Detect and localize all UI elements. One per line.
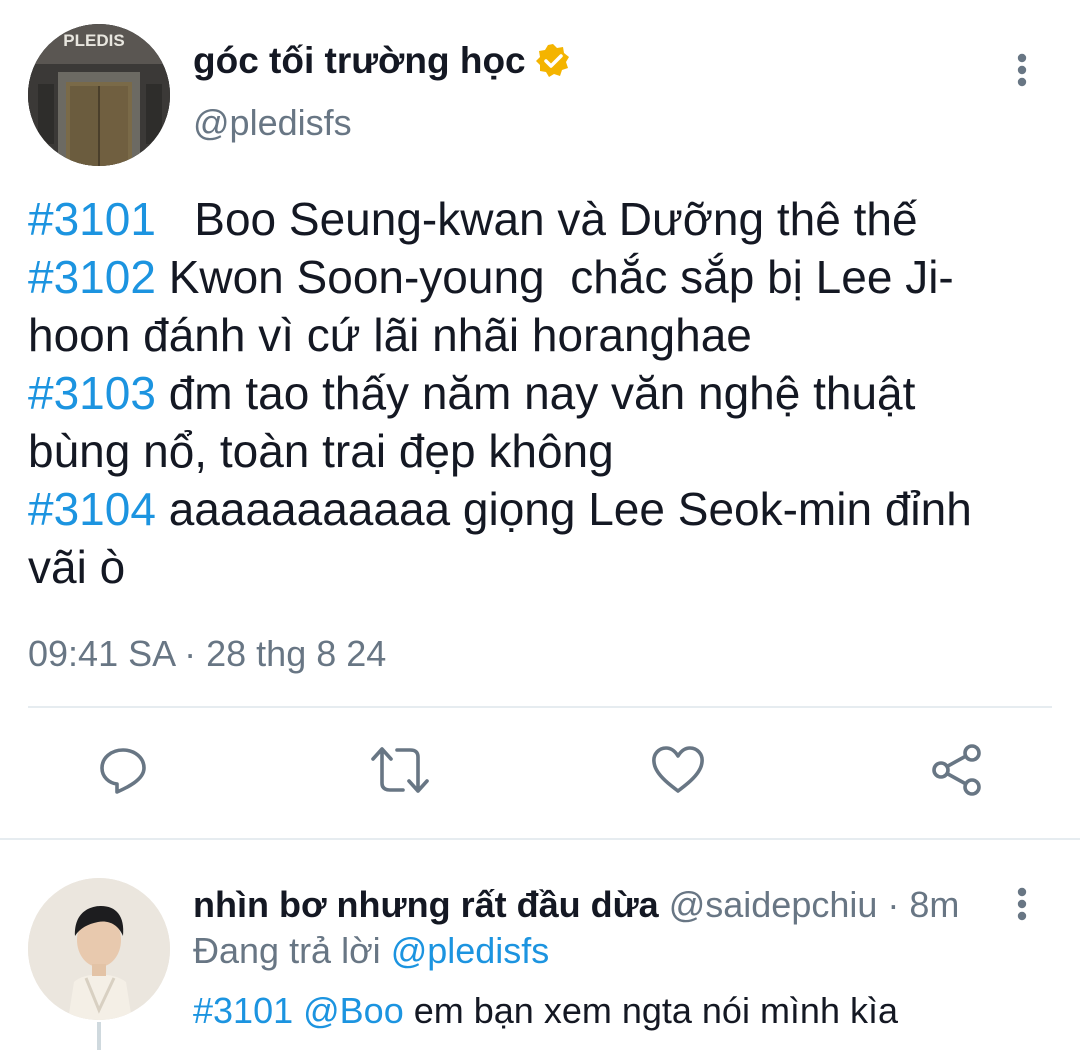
hashtag-link[interactable]: #3102 — [28, 251, 156, 303]
tweet-detail-page: PLEDIS góc tối trường học @pledisfs #310… — [0, 0, 1080, 1050]
tweet-line: #3101 Boo Seung-kwan và Dưỡng thê thế — [28, 190, 1052, 248]
tweet-line: #3103 đm tao thấy năm nay văn nghệ thuật — [28, 364, 1052, 422]
tweet-line: bùng nổ, toàn trai đẹp không — [28, 422, 1052, 480]
reply-header: nhìn bơ nhưng rất đầu dừa @saidepchiu · … — [193, 884, 959, 926]
like-button[interactable] — [646, 738, 710, 802]
tweet-line-text: Boo Seung-kwan và Dưỡng thê thế — [155, 193, 918, 245]
retweet-icon — [371, 747, 429, 793]
reply-icon — [100, 748, 146, 794]
reply-avatar[interactable] — [28, 878, 170, 1020]
reply-tweet[interactable]: nhìn bơ nhưng rất đầu dừa @saidepchiu · … — [0, 840, 1080, 1050]
hashtag-link[interactable]: #3101 — [28, 193, 156, 245]
reply-author-handle-time[interactable]: @saidepchiu · 8m — [659, 884, 960, 925]
hashtag-link[interactable]: #3101 — [193, 990, 293, 1031]
thread-connector — [97, 1022, 101, 1050]
avatar-building-image: PLEDIS — [28, 24, 170, 166]
tweet-line-text: bùng nổ, toàn trai đẹp không — [28, 425, 614, 477]
replying-to-mention[interactable]: @pledisfs — [391, 930, 550, 971]
author-name-row: góc tối trường học — [193, 40, 572, 82]
heart-icon — [652, 746, 704, 793]
tweet-text: #3101 Boo Seung-kwan và Dưỡng thê thế #3… — [28, 190, 1052, 596]
tweet-action-bar — [0, 738, 1080, 808]
tweet-line: #3104 aaaaaaaaaaa giọng Lee Seok-min đỉn… — [28, 480, 1052, 538]
tweet-line-text: aaaaaaaaaaa giọng Lee Seok-min đỉnh — [155, 483, 972, 535]
reply-text: #3101 @Boo em bạn xem ngta nói mình kìa — [193, 990, 898, 1032]
more-options-icon[interactable] — [1004, 52, 1040, 88]
tweet-line-text: Kwon Soon-young chắc sắp bị Lee Ji- — [155, 251, 954, 303]
hashtag-link[interactable]: #3103 — [28, 367, 156, 419]
author-handle[interactable]: @pledisfs — [193, 102, 352, 144]
tweet-line: hoon đánh vì cứ lãi nhãi horanghae — [28, 306, 1052, 364]
reply-more-options-icon[interactable] — [1004, 886, 1040, 922]
svg-text:PLEDIS: PLEDIS — [63, 31, 124, 50]
reply-text-body: em bạn xem ngta nói mình kìa — [403, 990, 898, 1031]
share-button[interactable] — [925, 738, 989, 802]
retweet-button[interactable] — [368, 738, 432, 802]
hashtag-link[interactable]: #3104 — [28, 483, 156, 535]
reply-avatar-photo — [28, 878, 170, 1020]
author-display-name[interactable]: góc tối trường học — [193, 40, 526, 82]
replying-to-prefix: Đang trả lời — [193, 930, 391, 971]
tweet-line-text: đm tao thấy năm nay văn nghệ thuật — [155, 367, 916, 419]
share-icon — [932, 744, 981, 796]
replying-to-label: Đang trả lời @pledisfs — [193, 930, 549, 972]
tweet-line-text: vãi ò — [28, 541, 126, 593]
tweet-timestamp: 09:41 SA · 28 thg 8 24 — [28, 633, 387, 674]
avatar[interactable]: PLEDIS — [28, 24, 170, 166]
tweet-line: vãi ò — [28, 538, 1052, 596]
tweet-line: #3102 Kwon Soon-young chắc sắp bị Lee Ji… — [28, 248, 1052, 306]
reply-button[interactable] — [91, 738, 155, 802]
reply-author-name[interactable]: nhìn bơ nhưng rất đầu dừa — [193, 884, 659, 925]
mention-link[interactable]: @Boo — [303, 990, 404, 1031]
verified-badge-icon — [535, 44, 569, 77]
main-tweet: PLEDIS góc tối trường học @pledisfs #310… — [0, 0, 1080, 838]
divider — [28, 706, 1052, 708]
tweet-line-text: hoon đánh vì cứ lãi nhãi horanghae — [28, 309, 752, 361]
